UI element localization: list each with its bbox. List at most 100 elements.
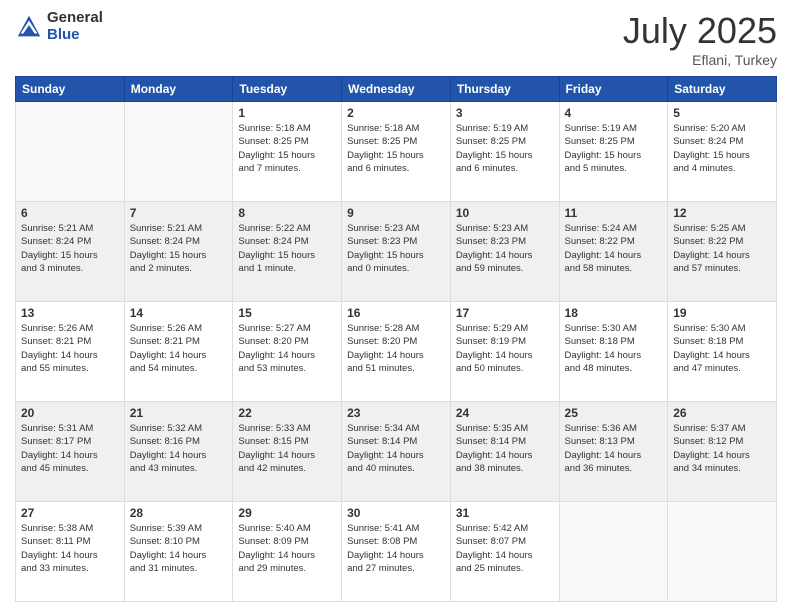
table-row: 14 Sunrise: 5:26 AM Sunset: 8:21 PM Dayli… <box>124 302 233 402</box>
day-number: 25 <box>565 406 663 420</box>
calendar-table: Sunday Monday Tuesday Wednesday Thursday… <box>15 76 777 602</box>
col-saturday: Saturday <box>668 77 777 102</box>
day-info: Sunrise: 5:19 AM Sunset: 8:25 PM Dayligh… <box>456 122 554 175</box>
day-info: Sunrise: 5:41 AM Sunset: 8:08 PM Dayligh… <box>347 522 445 575</box>
logo-icon <box>15 13 43 41</box>
day-number: 8 <box>238 206 336 220</box>
day-number: 14 <box>130 306 228 320</box>
logo-general-text: General <box>47 10 103 27</box>
logo-text: General Blue <box>47 10 103 43</box>
col-tuesday: Tuesday <box>233 77 342 102</box>
header: General Blue July 2025 Eflani, Turkey <box>15 10 777 68</box>
col-wednesday: Wednesday <box>342 77 451 102</box>
day-number: 30 <box>347 506 445 520</box>
table-row <box>668 502 777 602</box>
table-row: 7 Sunrise: 5:21 AM Sunset: 8:24 PM Daylig… <box>124 202 233 302</box>
table-row <box>16 102 125 202</box>
table-row <box>559 502 668 602</box>
day-number: 10 <box>456 206 554 220</box>
day-number: 27 <box>21 506 119 520</box>
table-row: 3 Sunrise: 5:19 AM Sunset: 8:25 PM Daylig… <box>450 102 559 202</box>
calendar-week-row: 13 Sunrise: 5:26 AM Sunset: 8:21 PM Dayli… <box>16 302 777 402</box>
table-row: 16 Sunrise: 5:28 AM Sunset: 8:20 PM Dayli… <box>342 302 451 402</box>
table-row: 31Sunrise: 5:42 AM Sunset: 8:07 PM Dayli… <box>450 502 559 602</box>
table-row: 23 Sunrise: 5:34 AM Sunset: 8:14 PM Dayli… <box>342 402 451 502</box>
day-info: Sunrise: 5:26 AM Sunset: 8:21 PM Dayligh… <box>130 322 228 375</box>
day-number: 16 <box>347 306 445 320</box>
day-number: 13 <box>21 306 119 320</box>
calendar-header-row: Sunday Monday Tuesday Wednesday Thursday… <box>16 77 777 102</box>
day-info: Sunrise: 5:18 AM Sunset: 8:25 PM Dayligh… <box>238 122 336 175</box>
day-info: Sunrise: 5:42 AM Sunset: 8:07 PM Dayligh… <box>456 522 554 575</box>
day-number: 26 <box>673 406 771 420</box>
day-info: Sunrise: 5:37 AM Sunset: 8:12 PM Dayligh… <box>673 422 771 475</box>
table-row: 26 Sunrise: 5:37 AM Sunset: 8:12 PM Dayli… <box>668 402 777 502</box>
day-info: Sunrise: 5:32 AM Sunset: 8:16 PM Dayligh… <box>130 422 228 475</box>
table-row: 11Sunrise: 5:24 AM Sunset: 8:22 PM Dayli… <box>559 202 668 302</box>
day-info: Sunrise: 5:34 AM Sunset: 8:14 PM Dayligh… <box>347 422 445 475</box>
day-number: 21 <box>130 406 228 420</box>
table-row: 20 Sunrise: 5:31 AM Sunset: 8:17 PM Dayli… <box>16 402 125 502</box>
table-row <box>124 102 233 202</box>
day-info: Sunrise: 5:33 AM Sunset: 8:15 PM Dayligh… <box>238 422 336 475</box>
day-number: 1 <box>238 106 336 120</box>
day-number: 29 <box>238 506 336 520</box>
day-info: Sunrise: 5:25 AM Sunset: 8:22 PM Dayligh… <box>673 222 771 275</box>
day-number: 19 <box>673 306 771 320</box>
title-location: Eflani, Turkey <box>623 52 777 68</box>
table-row: 6Sunrise: 5:21 AM Sunset: 8:24 PM Daylig… <box>16 202 125 302</box>
day-number: 22 <box>238 406 336 420</box>
day-info: Sunrise: 5:31 AM Sunset: 8:17 PM Dayligh… <box>21 422 119 475</box>
day-number: 2 <box>347 106 445 120</box>
day-info: Sunrise: 5:38 AM Sunset: 8:11 PM Dayligh… <box>21 522 119 575</box>
day-info: Sunrise: 5:22 AM Sunset: 8:24 PM Dayligh… <box>238 222 336 275</box>
day-info: Sunrise: 5:28 AM Sunset: 8:20 PM Dayligh… <box>347 322 445 375</box>
day-info: Sunrise: 5:21 AM Sunset: 8:24 PM Dayligh… <box>21 222 119 275</box>
table-row: 8 Sunrise: 5:22 AM Sunset: 8:24 PM Daylig… <box>233 202 342 302</box>
day-number: 28 <box>130 506 228 520</box>
day-number: 18 <box>565 306 663 320</box>
day-info: Sunrise: 5:21 AM Sunset: 8:24 PM Dayligh… <box>130 222 228 275</box>
page: General Blue July 2025 Eflani, Turkey Su… <box>0 0 792 612</box>
table-row: 9 Sunrise: 5:23 AM Sunset: 8:23 PM Daylig… <box>342 202 451 302</box>
table-row: 25Sunrise: 5:36 AM Sunset: 8:13 PM Dayli… <box>559 402 668 502</box>
table-row: 4 Sunrise: 5:19 AM Sunset: 8:25 PM Daylig… <box>559 102 668 202</box>
day-info: Sunrise: 5:23 AM Sunset: 8:23 PM Dayligh… <box>456 222 554 275</box>
day-number: 11 <box>565 206 663 220</box>
calendar-week-row: 20 Sunrise: 5:31 AM Sunset: 8:17 PM Dayli… <box>16 402 777 502</box>
calendar-week-row: 27 Sunrise: 5:38 AM Sunset: 8:11 PM Dayli… <box>16 502 777 602</box>
col-friday: Friday <box>559 77 668 102</box>
table-row: 30 Sunrise: 5:41 AM Sunset: 8:08 PM Dayli… <box>342 502 451 602</box>
table-row: 28 Sunrise: 5:39 AM Sunset: 8:10 PM Dayli… <box>124 502 233 602</box>
table-row: 17Sunrise: 5:29 AM Sunset: 8:19 PM Dayli… <box>450 302 559 402</box>
day-info: Sunrise: 5:30 AM Sunset: 8:18 PM Dayligh… <box>673 322 771 375</box>
day-number: 9 <box>347 206 445 220</box>
day-number: 7 <box>130 206 228 220</box>
day-number: 3 <box>456 106 554 120</box>
table-row: 10 Sunrise: 5:23 AM Sunset: 8:23 PM Dayli… <box>450 202 559 302</box>
day-number: 20 <box>21 406 119 420</box>
day-info: Sunrise: 5:26 AM Sunset: 8:21 PM Dayligh… <box>21 322 119 375</box>
col-thursday: Thursday <box>450 77 559 102</box>
day-info: Sunrise: 5:20 AM Sunset: 8:24 PM Dayligh… <box>673 122 771 175</box>
col-sunday: Sunday <box>16 77 125 102</box>
title-block: July 2025 Eflani, Turkey <box>623 10 777 68</box>
table-row: 2Sunrise: 5:18 AM Sunset: 8:25 PM Daylig… <box>342 102 451 202</box>
day-info: Sunrise: 5:27 AM Sunset: 8:20 PM Dayligh… <box>238 322 336 375</box>
table-row: 27 Sunrise: 5:38 AM Sunset: 8:11 PM Dayli… <box>16 502 125 602</box>
day-number: 15 <box>238 306 336 320</box>
day-info: Sunrise: 5:29 AM Sunset: 8:19 PM Dayligh… <box>456 322 554 375</box>
table-row: 12Sunrise: 5:25 AM Sunset: 8:22 PM Dayli… <box>668 202 777 302</box>
day-info: Sunrise: 5:23 AM Sunset: 8:23 PM Dayligh… <box>347 222 445 275</box>
day-number: 4 <box>565 106 663 120</box>
table-row: 18 Sunrise: 5:30 AM Sunset: 8:18 PM Dayli… <box>559 302 668 402</box>
day-info: Sunrise: 5:19 AM Sunset: 8:25 PM Dayligh… <box>565 122 663 175</box>
day-number: 5 <box>673 106 771 120</box>
calendar-week-row: 6Sunrise: 5:21 AM Sunset: 8:24 PM Daylig… <box>16 202 777 302</box>
calendar-week-row: 1 Sunrise: 5:18 AM Sunset: 8:25 PM Daylig… <box>16 102 777 202</box>
day-info: Sunrise: 5:39 AM Sunset: 8:10 PM Dayligh… <box>130 522 228 575</box>
table-row: 24Sunrise: 5:35 AM Sunset: 8:14 PM Dayli… <box>450 402 559 502</box>
day-number: 23 <box>347 406 445 420</box>
day-info: Sunrise: 5:40 AM Sunset: 8:09 PM Dayligh… <box>238 522 336 575</box>
day-info: Sunrise: 5:30 AM Sunset: 8:18 PM Dayligh… <box>565 322 663 375</box>
